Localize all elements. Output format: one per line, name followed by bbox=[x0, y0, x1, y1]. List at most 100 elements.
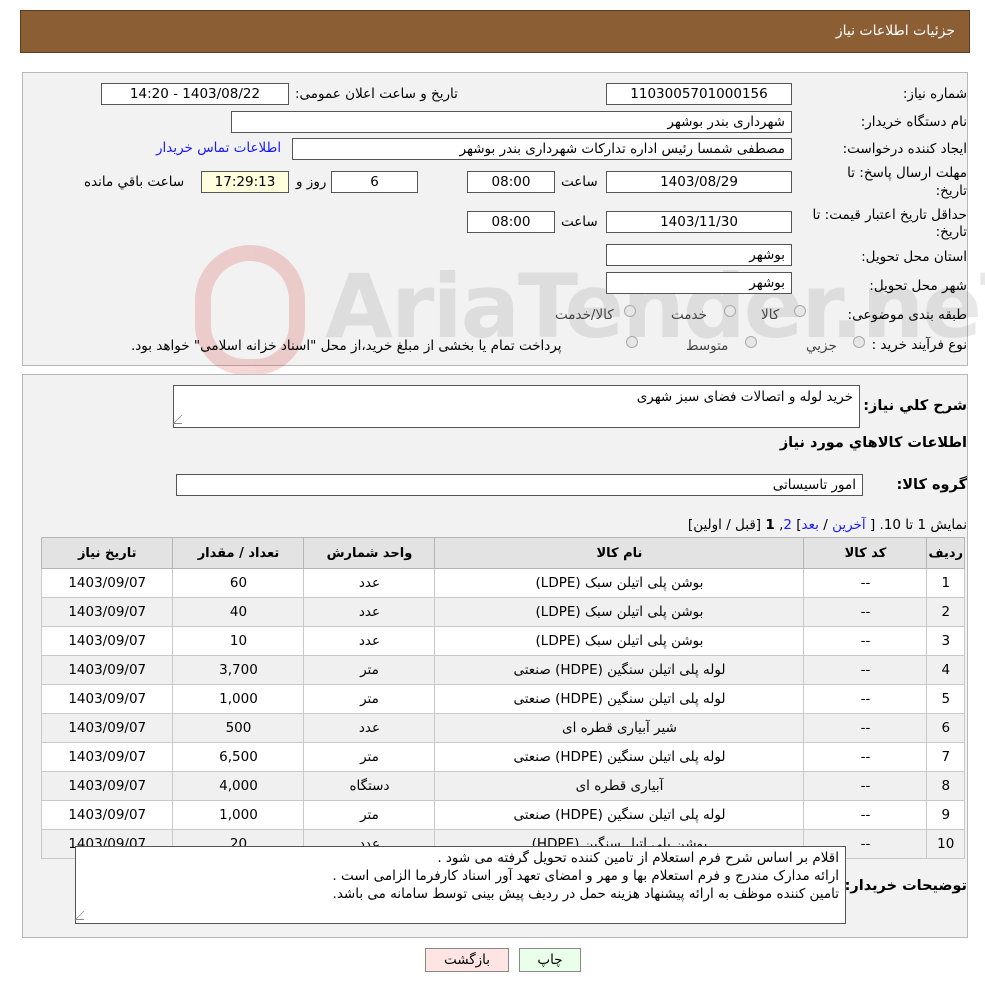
buyer-notes-label: توضیحات خریدار: bbox=[844, 878, 967, 894]
cell-quantity: 4,000 bbox=[172, 771, 305, 801]
col-goods-name: نام کالا bbox=[434, 537, 805, 569]
cell-row-number: 1 bbox=[926, 568, 965, 598]
remaining-time-label: ساعت باقي مانده bbox=[84, 174, 185, 190]
pagination-last-link[interactable]: آخرین bbox=[832, 517, 866, 533]
buyer-note-line: اقلام بر اساس شرح فرم استعلام از تامین ک… bbox=[437, 850, 839, 866]
cell-quantity: 60 bbox=[172, 568, 305, 598]
cell-need-date: 1403/09/07 bbox=[40, 597, 174, 627]
buyer-org-field: شهرداری بندر بوشهر bbox=[231, 111, 792, 133]
cell-unit: متر bbox=[303, 655, 436, 685]
col-need-date: تاریخ نیاز bbox=[40, 537, 174, 569]
cell-unit: متر bbox=[303, 742, 436, 772]
days-field: 6 bbox=[331, 171, 418, 193]
category-option-service: خدمت bbox=[671, 307, 707, 323]
print-button[interactable]: چاپ bbox=[519, 948, 581, 972]
cell-goods-code: -- bbox=[803, 771, 928, 801]
deadline-time-label: ساعت bbox=[561, 174, 598, 190]
cell-goods-code: -- bbox=[803, 713, 928, 743]
process-radio-medium[interactable] bbox=[745, 336, 757, 348]
cell-quantity: 10 bbox=[172, 626, 305, 656]
pagination-next-link[interactable]: بعد bbox=[802, 517, 819, 533]
pagination-page-2[interactable]: 2 bbox=[783, 517, 792, 533]
pagination-page-1: 1 bbox=[765, 517, 775, 533]
cell-unit: دستگاه bbox=[303, 771, 436, 801]
buyer-note-line: ارائه مدارک مندرج و فرم استعلام بها و مه… bbox=[332, 868, 839, 884]
buyer-org-label: نام دستگاه خریدار: bbox=[860, 114, 967, 130]
category-radio-goods-service[interactable] bbox=[624, 305, 636, 317]
cell-need-date: 1403/09/07 bbox=[40, 626, 174, 656]
table-row: 2 -- بوشن پلی اتیلن سبک (LDPE) عدد 40 1403/09… bbox=[40, 597, 965, 627]
deadline-label: مهلت ارسال پاسخ: تا bbox=[847, 165, 967, 181]
cell-unit: عدد bbox=[303, 713, 436, 743]
pagination-sep: / bbox=[823, 517, 828, 533]
cell-unit: عدد bbox=[303, 597, 436, 627]
page-header: جزئیات اطلاعات نیاز bbox=[20, 10, 970, 53]
cell-goods-name: بوشن پلی اتیلن سبک (LDPE) bbox=[434, 568, 805, 598]
deadline-date-field: 1403/08/29 bbox=[606, 171, 792, 193]
city-label: شهر محل تحویل: bbox=[869, 278, 967, 294]
table-row: 1 -- بوشن پلی اتیلن سبک (LDPE) عدد 60 1403/09… bbox=[40, 568, 965, 598]
cell-goods-name: آبیاری قطره ای bbox=[434, 771, 805, 801]
col-quantity: تعداد / مقدار bbox=[172, 537, 305, 569]
category-radio-service[interactable] bbox=[724, 305, 736, 317]
cell-row-number: 9 bbox=[926, 800, 965, 830]
cell-goods-code: -- bbox=[803, 742, 928, 772]
process-note: پرداخت تمام یا بخشی از مبلغ خرید،از محل … bbox=[131, 338, 562, 354]
validity-time-field: 08:00 bbox=[467, 211, 555, 233]
cell-need-date: 1403/09/07 bbox=[40, 684, 174, 714]
cell-unit: متر bbox=[303, 800, 436, 830]
province-field: بوشهر bbox=[606, 244, 792, 266]
category-option-goods-service: کالا/خدمت bbox=[555, 307, 614, 323]
category-option-goods: کالا bbox=[761, 307, 780, 323]
category-label: طبقه بندی موضوعی: bbox=[847, 307, 967, 323]
remaining-time-field: 17:29:13 bbox=[201, 171, 289, 193]
description-label: شرح كلي نياز: bbox=[863, 398, 967, 414]
treasury-checkbox[interactable] bbox=[626, 336, 638, 348]
cell-need-date: 1403/09/07 bbox=[40, 771, 174, 801]
validity-time-label: ساعت bbox=[561, 214, 598, 230]
col-row-number: رديف bbox=[926, 537, 965, 569]
cell-unit: عدد bbox=[303, 626, 436, 656]
validity-label: حداقل تاریخ اعتبار قیمت: تا bbox=[812, 207, 967, 223]
pagination-bracket: [ bbox=[869, 517, 876, 533]
description-field: خرید لوله و اتصالات فضای سبز شهری bbox=[172, 385, 860, 428]
cell-goods-name: شیر آبیاری قطره ای bbox=[434, 713, 805, 743]
cell-goods-code: -- bbox=[803, 568, 928, 598]
cell-goods-code: -- bbox=[803, 684, 928, 714]
col-unit: واحد شمارش bbox=[303, 537, 436, 569]
goods-group-field: امور تاسیساتی bbox=[176, 474, 863, 496]
deadline-label-date: تاریخ: bbox=[935, 183, 967, 199]
pagination-summary: نمایش 1 تا 10. bbox=[879, 517, 967, 533]
process-label: نوع فرآیند خرید : bbox=[871, 337, 967, 353]
page-title: جزئیات اطلاعات نیاز bbox=[835, 23, 955, 39]
cell-row-number: 8 bbox=[926, 771, 965, 801]
table-row: 5 -- لوله پلی اتیلن سنگین (HDPE) صنعتی متر 1… bbox=[40, 684, 965, 714]
table-row: 3 -- بوشن پلی اتیلن سبک (LDPE) عدد 10 1403/09… bbox=[40, 626, 965, 656]
table-row: 7 -- لوله پلی اتیلن سنگین (HDPE) صنعتی متر 6… bbox=[40, 742, 965, 772]
goods-table: رديف کد کالا نام کالا واحد شمارش تعداد /… bbox=[40, 537, 965, 859]
process-radio-minor[interactable] bbox=[853, 336, 865, 348]
province-label: استان محل تحویل: bbox=[861, 249, 967, 265]
cell-goods-name: لوله پلی اتیلن سنگین (HDPE) صنعتی bbox=[434, 800, 805, 830]
cell-unit: متر bbox=[303, 684, 436, 714]
requester-field: مصطفی شمسا رئیس اداره تداركات شهرداری بن… bbox=[292, 138, 792, 160]
cell-goods-code: -- bbox=[803, 597, 928, 627]
cell-quantity: 1,000 bbox=[172, 684, 305, 714]
cell-row-number: 7 bbox=[926, 742, 965, 772]
resize-grip-icon[interactable] bbox=[74, 911, 93, 920]
process-option-medium: متوسط bbox=[686, 338, 729, 354]
buyer-contact-link[interactable]: اطلاعات تماس خریدار bbox=[156, 140, 281, 156]
resize-grip-icon[interactable] bbox=[172, 415, 191, 424]
cell-goods-code: -- bbox=[803, 655, 928, 685]
cell-need-date: 1403/09/07 bbox=[40, 713, 174, 743]
cell-unit: عدد bbox=[303, 568, 436, 598]
cell-row-number: 5 bbox=[926, 684, 965, 714]
validity-label-date: تاریخ: bbox=[935, 224, 967, 240]
cell-goods-name: بوشن پلی اتیلن سبک (LDPE) bbox=[434, 626, 805, 656]
category-radio-goods[interactable] bbox=[794, 305, 806, 317]
days-label: روز و bbox=[296, 174, 327, 190]
back-button[interactable]: بازگشت bbox=[425, 948, 509, 972]
cell-row-number: 4 bbox=[926, 655, 965, 685]
table-row: 8 -- آبیاری قطره ای دستگاه 4,000 1403/09/07 bbox=[40, 771, 965, 801]
cell-row-number: 2 bbox=[926, 597, 965, 627]
